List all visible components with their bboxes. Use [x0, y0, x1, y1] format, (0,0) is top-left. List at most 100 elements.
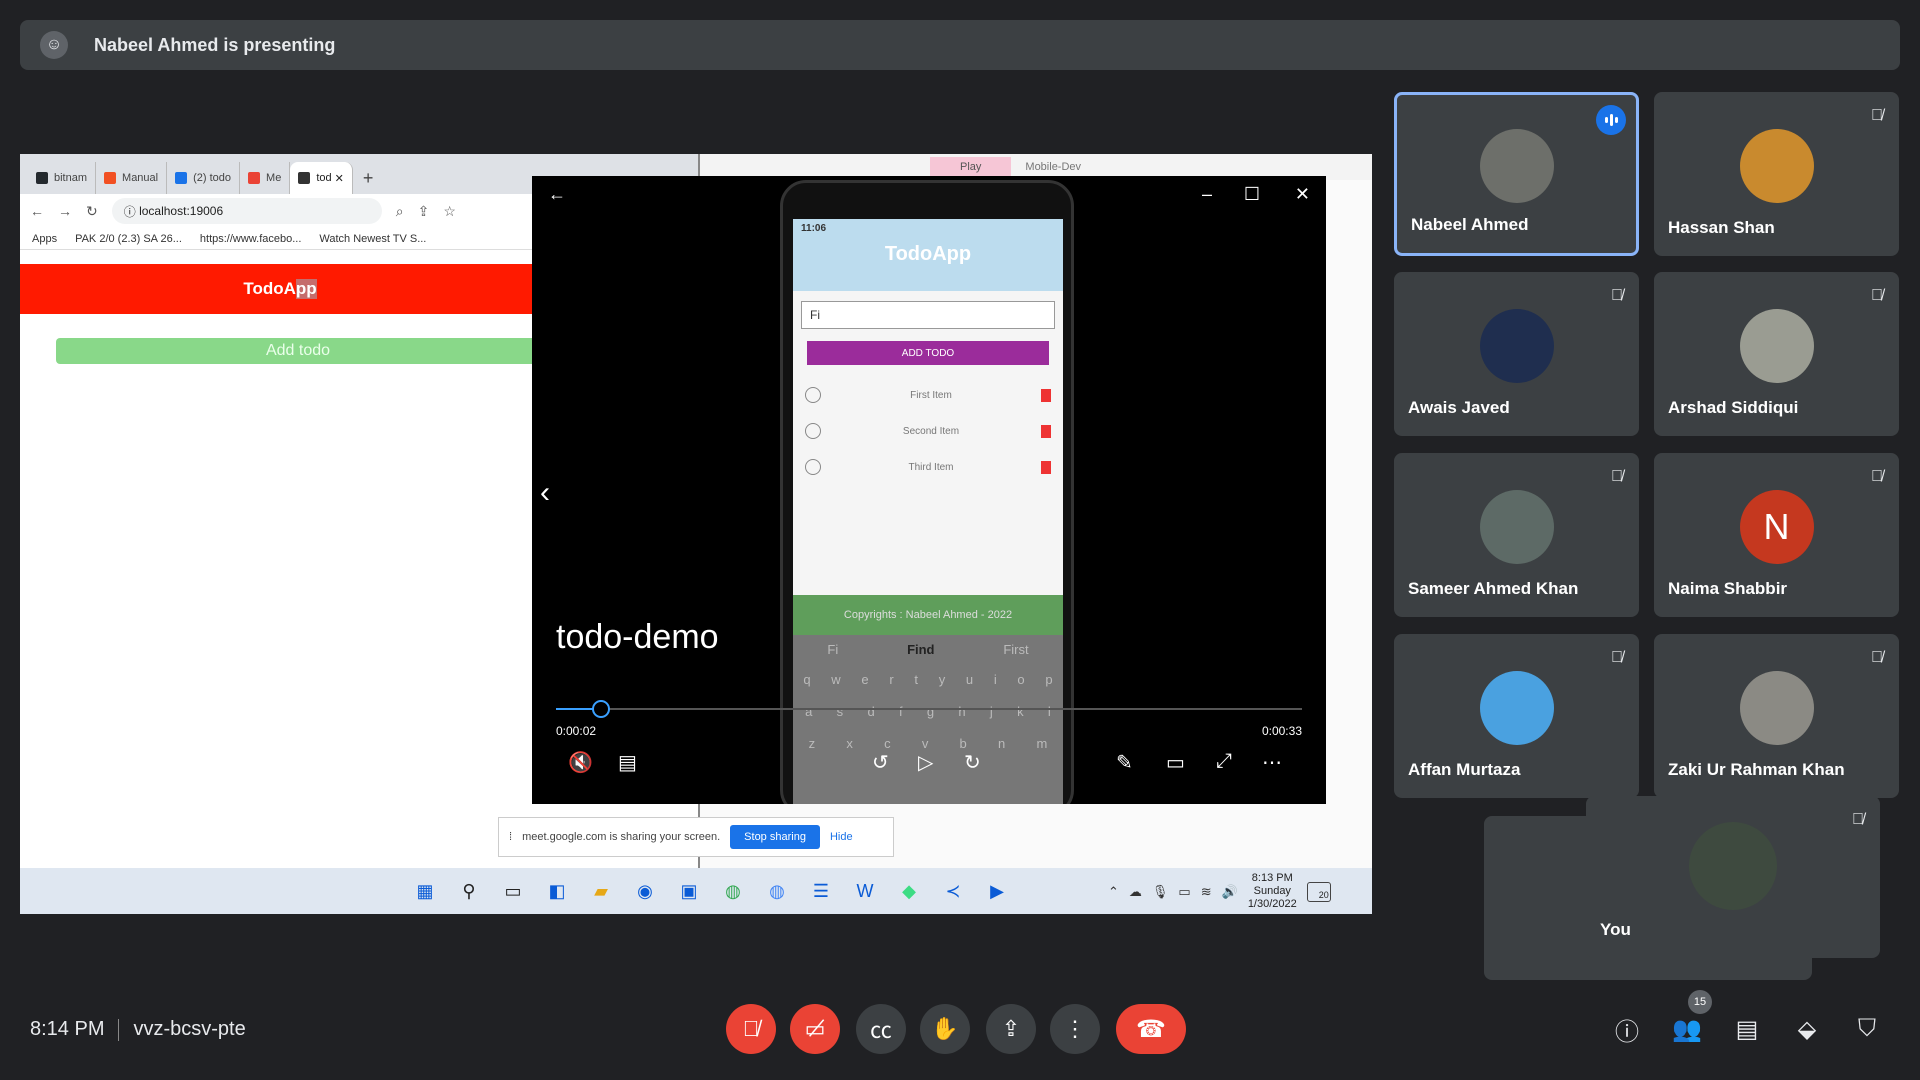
seek-knob[interactable]: [591, 700, 610, 718]
people-button[interactable]: 👥: [1672, 1014, 1702, 1044]
keyboard-key[interactable]: y: [939, 672, 946, 687]
keyboard-key[interactable]: k: [1017, 704, 1024, 719]
fullscreen-icon[interactable]: ⤢: [1216, 750, 1232, 773]
back-icon[interactable]: ←: [30, 203, 44, 219]
android-studio-icon[interactable]: ◆: [894, 876, 924, 906]
battery-icon[interactable]: ▭: [1178, 884, 1190, 900]
browser-tab[interactable]: Me: [240, 162, 291, 194]
bookmark-item[interactable]: Apps: [32, 233, 57, 245]
keyboard-key[interactable]: f: [899, 704, 903, 719]
star-icon[interactable]: ☆: [443, 203, 456, 220]
tab-play[interactable]: Play: [930, 157, 1012, 177]
keyboard-key[interactable]: p: [1045, 672, 1052, 687]
keyboard-key[interactable]: g: [927, 704, 934, 719]
keyboard-key[interactable]: z: [809, 736, 816, 751]
trash-icon[interactable]: [1041, 424, 1051, 438]
file-explorer-icon[interactable]: ▰: [586, 876, 616, 906]
zoom-icon[interactable]: ⌕: [396, 203, 404, 220]
keyboard-key[interactable]: l: [1048, 704, 1051, 719]
list-item[interactable]: Third Item: [793, 449, 1063, 485]
forward-icon[interactable]: →: [58, 203, 72, 219]
camera-off-button[interactable]: ▭̸: [790, 1004, 840, 1054]
self-view-tile[interactable]: 🎙̸ You: [1586, 796, 1880, 958]
vscode-icon[interactable]: ≺: [938, 876, 968, 906]
browser-tab-active[interactable]: tod ✕: [290, 162, 353, 194]
minimize-icon[interactable]: –: [1202, 184, 1212, 205]
url-field[interactable]: ⓘ localhost:19006: [111, 198, 382, 224]
search-icon[interactable]: ⚲: [454, 876, 484, 906]
phone-add-todo-button[interactable]: ADD TODO: [807, 341, 1049, 365]
captions-icon[interactable]: ▤: [618, 750, 637, 775]
share-icon[interactable]: ⇪: [418, 203, 430, 220]
participant-tile[interactable]: 🎙̸ Affan Murtaza: [1394, 634, 1639, 798]
seek-bar[interactable]: [556, 700, 1302, 718]
keyboard-key[interactable]: u: [966, 672, 973, 687]
participant-tile[interactable]: 🎙̸ Zaki Ur Rahman Khan: [1654, 634, 1899, 798]
bookmark-item[interactable]: https://www.facebo...: [200, 233, 302, 245]
more-options-icon[interactable]: ⋯: [1262, 750, 1282, 775]
participant-tile[interactable]: Nabeel Ahmed: [1394, 92, 1639, 256]
keyboard-key[interactable]: d: [867, 704, 874, 719]
tab-mobile-dev[interactable]: Mobile-Dev: [1025, 161, 1081, 173]
participant-tile[interactable]: 🎙̸ Sameer Ahmed Khan: [1394, 453, 1639, 617]
keyboard-key[interactable]: w: [831, 672, 840, 687]
host-controls-button[interactable]: ⛉: [1852, 1014, 1882, 1044]
keyboard-key[interactable]: e: [861, 672, 868, 687]
participant-tile[interactable]: 🎙̸ Hassan Shan: [1654, 92, 1899, 256]
play-icon[interactable]: ▷: [918, 750, 933, 775]
store-icon[interactable]: ▣: [674, 876, 704, 906]
volume-icon[interactable]: 🔊: [1222, 884, 1238, 900]
maximize-icon[interactable]: ☐: [1244, 184, 1260, 205]
reload-icon[interactable]: ↻: [86, 203, 98, 220]
keyboard-key[interactable]: t: [914, 672, 918, 687]
mini-view-icon[interactable]: ▭: [1166, 750, 1185, 775]
new-tab-icon[interactable]: +: [353, 162, 384, 194]
forward-30-icon[interactable]: ↻: [964, 750, 981, 775]
media-player-icon[interactable]: ▶: [982, 876, 1012, 906]
close-icon[interactable]: ✕: [1295, 184, 1310, 205]
onedrive-icon[interactable]: ☁: [1129, 884, 1142, 900]
todo-input[interactable]: Fi: [801, 301, 1055, 329]
browser-tab[interactable]: (2) todo: [167, 162, 241, 194]
chrome-profile-icon[interactable]: ◍: [762, 876, 792, 906]
keyboard-key[interactable]: m: [1036, 736, 1047, 751]
keyboard-key[interactable]: h: [958, 704, 965, 719]
rewind-10-icon[interactable]: ↺: [872, 750, 889, 775]
keyboard-key[interactable]: n: [998, 736, 1005, 751]
word-icon[interactable]: W: [850, 876, 880, 906]
participant-tile[interactable]: 🎙̸ Awais Javed: [1394, 272, 1639, 436]
raise-hand-button[interactable]: ✋: [920, 1004, 970, 1054]
browser-tab[interactable]: bitnam: [28, 162, 97, 194]
meeting-code[interactable]: vvz-bcsv-pte: [133, 1018, 245, 1041]
chrome-icon[interactable]: ◍: [718, 876, 748, 906]
keyboard-key[interactable]: v: [922, 736, 929, 751]
back-arrow-icon[interactable]: ←: [548, 184, 566, 205]
notification-icon[interactable]: 20: [1306, 881, 1331, 902]
checkbox-icon[interactable]: [805, 459, 821, 475]
windows-start-icon[interactable]: ▦: [410, 876, 440, 906]
keyboard-key[interactable]: a: [805, 704, 812, 719]
previous-chevron-icon[interactable]: ‹: [540, 476, 550, 510]
microphone-off-button[interactable]: 🎙̸: [726, 1004, 776, 1054]
present-button[interactable]: ⇪: [986, 1004, 1036, 1054]
wifi-icon[interactable]: ≋: [1201, 884, 1212, 900]
keyboard-key[interactable]: x: [846, 736, 853, 751]
list-item[interactable]: Second Item: [793, 413, 1063, 449]
keyboard-key[interactable]: j: [990, 704, 993, 719]
drag-handle-icon[interactable]: ⁞: [509, 831, 512, 843]
activities-button[interactable]: ⬙: [1792, 1014, 1822, 1044]
microphone-tray-icon[interactable]: 🎙: [1152, 884, 1169, 900]
checkbox-icon[interactable]: [805, 387, 821, 403]
notepad-icon[interactable]: ☰: [806, 876, 836, 906]
participant-tile[interactable]: N 🎙̸ Naima Shabbir: [1654, 453, 1899, 617]
list-item[interactable]: First Item: [793, 377, 1063, 413]
task-view-icon[interactable]: ▭: [498, 876, 528, 906]
keyboard-key[interactable]: q: [803, 672, 810, 687]
taskbar-clock[interactable]: 8:13 PM Sunday 1/30/2022: [1248, 872, 1297, 911]
participant-tile[interactable]: 🎙̸ Arshad Siddiqui: [1654, 272, 1899, 436]
keyboard-key[interactable]: s: [837, 704, 844, 719]
keyboard-key[interactable]: c: [884, 736, 891, 751]
edit-pen-icon[interactable]: ✎: [1116, 750, 1133, 775]
chevron-up-icon[interactable]: ⌃: [1108, 884, 1119, 900]
chat-button[interactable]: ▤: [1732, 1014, 1762, 1044]
